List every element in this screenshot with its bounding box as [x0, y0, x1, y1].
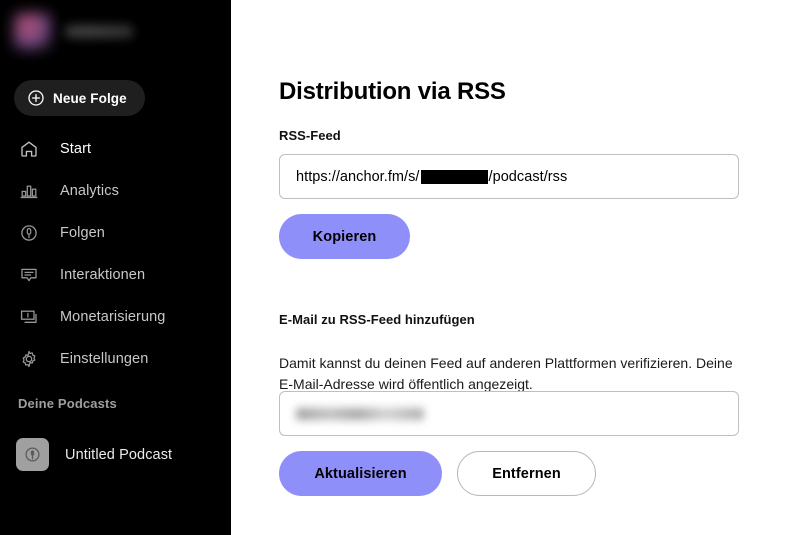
rss-feed-input[interactable]: https://anchor.fm/s/ /podcast/rss [279, 154, 739, 199]
sidebar-item-folgen[interactable]: Folgen [0, 212, 231, 254]
rss-url-prefix: https://anchor.fm/s/ [296, 168, 420, 185]
new-episode-button[interactable]: Neue Folge [14, 80, 145, 116]
sidebar-item-label: Start [60, 141, 92, 157]
bar-chart-icon [18, 180, 40, 202]
update-button[interactable]: Aktualisieren [279, 451, 442, 496]
sidebar-podcast-item[interactable]: Untitled Podcast [16, 438, 172, 471]
sidebar-item-einstellungen[interactable]: Einstellungen [0, 338, 231, 380]
rss-feed-label: RSS-Feed [279, 128, 341, 143]
sidebar-item-analytics[interactable]: Analytics [0, 170, 231, 212]
gear-icon [18, 348, 40, 370]
plus-circle-icon [28, 90, 44, 106]
account-row[interactable] [14, 11, 133, 51]
redaction-bar [420, 169, 488, 184]
sidebar-item-monetarisierung[interactable]: Monetarisierung [0, 296, 231, 338]
sidebar-item-start[interactable]: Start [0, 128, 231, 170]
sidebar-item-label: Einstellungen [60, 351, 149, 367]
sidebar-nav: Start Analytics Folgen Interaktionen Mon… [0, 128, 231, 380]
home-icon [18, 138, 40, 160]
email-input[interactable] [279, 391, 739, 436]
email-value-redacted [296, 407, 424, 420]
podcast-thumbnail [16, 438, 49, 471]
page-title: Distribution via RSS [279, 78, 506, 106]
email-section-label: E-Mail zu RSS-Feed hinzufügen [279, 312, 475, 327]
banknotes-icon [18, 306, 40, 328]
podcasts-section-heading: Deine Podcasts [18, 396, 117, 411]
avatar[interactable] [14, 12, 51, 50]
sidebar-item-label: Folgen [60, 225, 105, 241]
podcast-name: Untitled Podcast [65, 446, 173, 463]
speech-bubble-icon [18, 264, 40, 286]
main-content: Distribution via RSS RSS-Feed https://an… [231, 0, 795, 535]
sidebar-item-label: Interaktionen [60, 267, 146, 283]
sidebar-item-interaktionen[interactable]: Interaktionen [0, 254, 231, 296]
sidebar: Neue Folge Start Analytics Folgen Intera… [0, 0, 231, 535]
email-section-description: Damit kannst du deinen Feed auf anderen … [279, 355, 733, 392]
microphone-icon [18, 222, 40, 244]
new-episode-label: Neue Folge [53, 90, 127, 106]
rss-url-suffix: /podcast/rss [488, 168, 568, 185]
microphone-icon [25, 447, 40, 462]
username-redacted [65, 24, 133, 38]
app-root: Neue Folge Start Analytics Folgen Intera… [0, 0, 795, 535]
copy-button[interactable]: Kopieren [279, 214, 410, 259]
remove-button[interactable]: Entfernen [457, 451, 596, 496]
rss-feed-url-text: https://anchor.fm/s/ /podcast/rss [296, 169, 567, 185]
sidebar-item-label: Monetarisierung [60, 309, 166, 325]
sidebar-item-label: Analytics [60, 183, 119, 199]
